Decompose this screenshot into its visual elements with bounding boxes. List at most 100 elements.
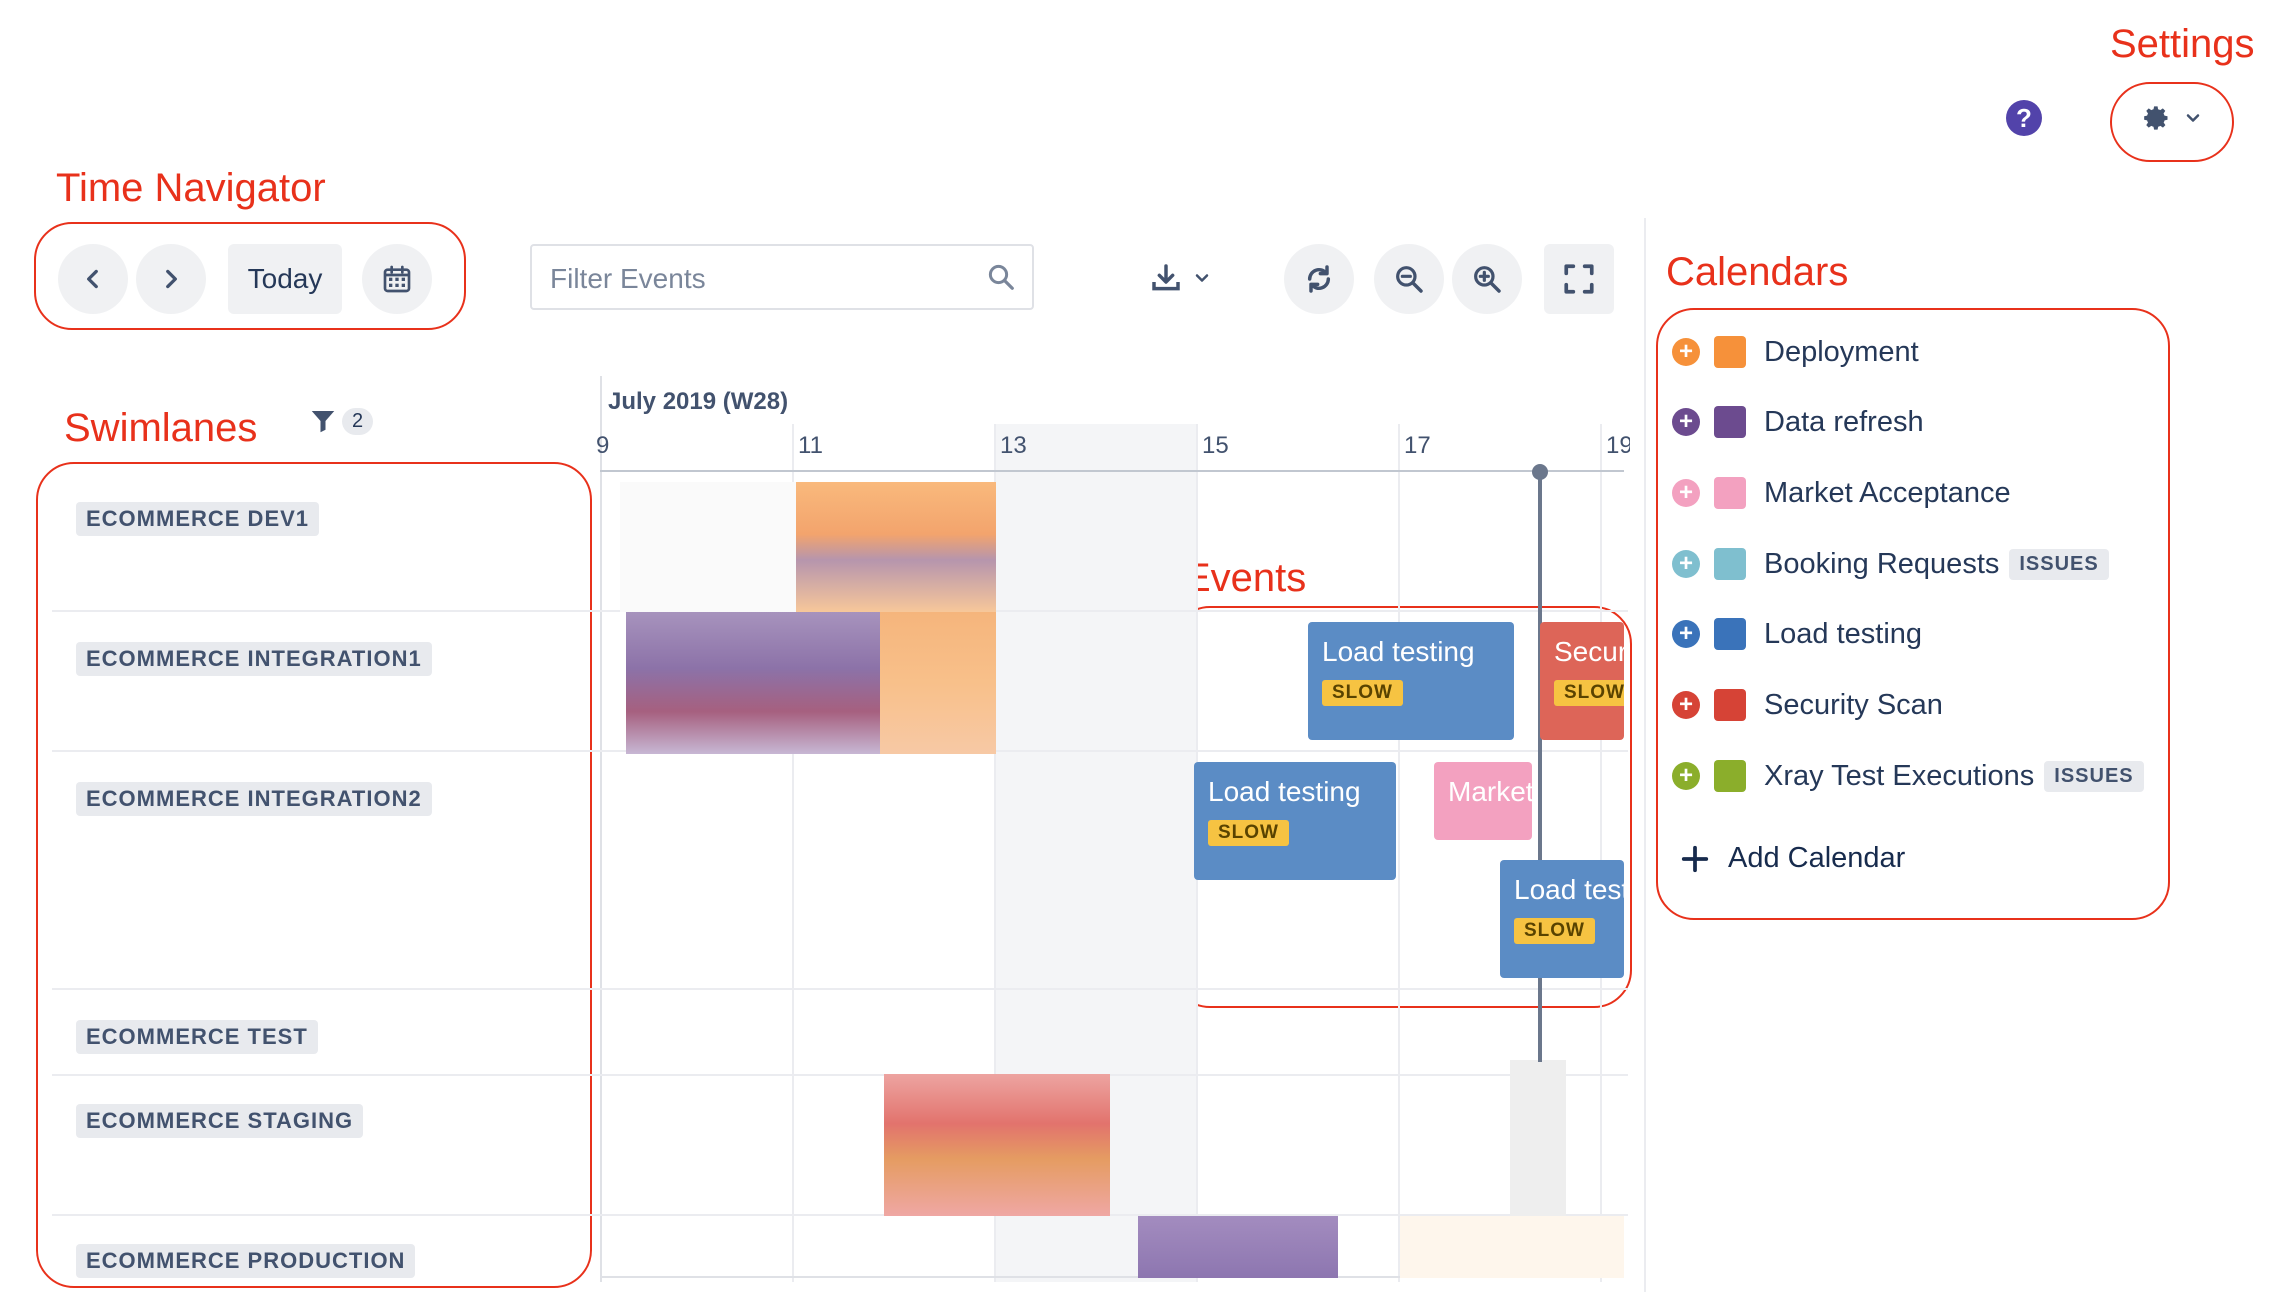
- calendar-icon: [383, 265, 411, 293]
- swimlane-label[interactable]: ECOMMERCE TEST: [76, 1020, 318, 1054]
- day-label: 11: [798, 432, 823, 459]
- event-market-acceptance[interactable]: Market Acceptance: [1434, 762, 1532, 840]
- settings-button[interactable]: [2138, 100, 2208, 136]
- calendar-name: Data refresh: [1764, 405, 1924, 438]
- calendar-name: Market Acceptance: [1764, 476, 2011, 509]
- chevron-left-icon: [87, 269, 98, 289]
- annotation-time-navigator: Time Navigator: [56, 166, 326, 210]
- calendar-item-market-acceptance[interactable]: + Market Acceptance: [1672, 471, 2011, 515]
- today-button[interactable]: Today: [228, 244, 342, 314]
- export-button[interactable]: [1150, 258, 1230, 298]
- lane-separator: [52, 1074, 1628, 1076]
- swimlane-label[interactable]: ECOMMERCE INTEGRATION2: [76, 782, 432, 816]
- calendar-item-xray-test-executions[interactable]: + Xray Test Executions ISSUES: [1672, 754, 2144, 798]
- timeline-axis: [600, 470, 1624, 472]
- lane-separator: [52, 1214, 1628, 1216]
- event-badge: SLOW: [1554, 680, 1624, 706]
- refresh-button[interactable]: [1284, 244, 1354, 314]
- calendar-color-swatch: [1714, 689, 1746, 721]
- fullscreen-icon: [1564, 264, 1594, 294]
- calendar-item-load-testing[interactable]: + Load testing: [1672, 612, 1922, 656]
- plus-icon[interactable]: +: [1672, 408, 1700, 436]
- next-button[interactable]: [136, 244, 206, 314]
- annotation-box-swimlanes: [36, 462, 592, 1288]
- zoom-in-button[interactable]: [1452, 244, 1522, 314]
- day-label: 9: [596, 432, 610, 459]
- plus-icon[interactable]: +: [1672, 762, 1700, 790]
- add-calendar-button[interactable]: Add Calendar: [1680, 842, 1905, 875]
- calendar-color-swatch: [1714, 760, 1746, 792]
- calendar-item-data-refresh[interactable]: + Data refresh: [1672, 400, 1924, 444]
- calendar-name: Load testing: [1764, 617, 1923, 650]
- calendar-name: Deployment: [1764, 335, 1919, 368]
- previous-button[interactable]: [58, 244, 128, 314]
- plus-icon: [1681, 845, 1709, 872]
- calendar-item-security-scan[interactable]: + Security Scan: [1672, 683, 1943, 727]
- blurred-event-block: [620, 482, 800, 612]
- calendar-item-booking-requests[interactable]: + Booking Requests ISSUES: [1672, 542, 2109, 586]
- plus-icon[interactable]: +: [1672, 550, 1700, 578]
- lane-separator: [52, 988, 1628, 990]
- swimlane-label[interactable]: ECOMMERCE INTEGRATION1: [76, 642, 432, 676]
- calendar-color-swatch: [1714, 336, 1746, 368]
- calendar-name: Booking Requests: [1764, 547, 2000, 580]
- event-security-scan[interactable]: Security Scan SLOW: [1540, 622, 1624, 740]
- blurred-event-block: [1138, 1216, 1338, 1278]
- zoom-out-icon: [1396, 266, 1423, 293]
- chevron-down-icon: [1195, 274, 1209, 282]
- plus-icon[interactable]: +: [1672, 691, 1700, 719]
- zoom-in-icon: [1474, 266, 1501, 293]
- plus-icon[interactable]: +: [1672, 338, 1700, 366]
- event-badge: SLOW: [1322, 680, 1403, 706]
- day-label: 15: [1202, 432, 1229, 459]
- date-picker-button[interactable]: [362, 244, 432, 314]
- event-title: Load testing: [1514, 874, 1624, 905]
- help-icon[interactable]: ?: [2006, 100, 2042, 136]
- swimlane-label[interactable]: ECOMMERCE PRODUCTION: [76, 1244, 416, 1278]
- event-badge: SLOW: [1208, 820, 1289, 846]
- add-calendar-label: Add Calendar: [1728, 842, 1906, 874]
- filter-events-input[interactable]: [548, 260, 972, 298]
- issues-badge: ISSUES: [2009, 548, 2109, 580]
- zoom-out-button[interactable]: [1374, 244, 1444, 314]
- swimlane-label[interactable]: ECOMMERCE STAGING: [76, 1104, 364, 1138]
- timeline-start-line: [600, 376, 602, 1282]
- filter-icon: [311, 411, 335, 433]
- blurred-event-block: [796, 482, 996, 612]
- event-badge: SLOW: [1514, 918, 1595, 944]
- refresh-icon: [1307, 265, 1331, 293]
- annotation-swimlanes: Swimlanes: [64, 406, 258, 450]
- grid-line: [1600, 424, 1602, 1282]
- event-load-testing[interactable]: Load testing SLOW: [1500, 860, 1624, 978]
- blurred-event-block: [626, 612, 886, 754]
- event-title: Load testing: [1322, 636, 1475, 667]
- calendar-name: Security Scan: [1764, 688, 1943, 721]
- fullscreen-button[interactable]: [1544, 244, 1614, 314]
- swimlane-label[interactable]: ECOMMERCE DEV1: [76, 502, 320, 536]
- calendar-color-swatch: [1714, 477, 1746, 509]
- plus-icon[interactable]: +: [1672, 620, 1700, 648]
- filter-events-field[interactable]: [530, 244, 1034, 310]
- calendar-color-swatch: [1714, 548, 1746, 580]
- filter-count-badge: 2: [342, 407, 374, 435]
- chevron-down-icon: [2186, 114, 2200, 122]
- day-label: 19: [1606, 432, 1630, 459]
- chevron-right-icon: [166, 269, 177, 289]
- panel-divider: [1644, 218, 1646, 1292]
- blurred-event-block: [880, 612, 996, 754]
- annotation-events: Events: [1184, 556, 1307, 600]
- calendar-item-deployment[interactable]: + Deployment: [1672, 330, 1919, 374]
- blurred-event-block: [1510, 1060, 1566, 1216]
- calendar-color-swatch: [1714, 406, 1746, 438]
- swimlane-filter[interactable]: 2: [308, 406, 374, 436]
- annotation-settings: Settings: [2110, 22, 2255, 66]
- issues-badge: ISSUES: [2044, 760, 2144, 792]
- day-label: 13: [1000, 432, 1027, 459]
- event-load-testing[interactable]: Load testing SLOW: [1194, 762, 1396, 880]
- grid-line: [1398, 424, 1400, 1282]
- gear-icon: [2144, 106, 2168, 130]
- event-load-testing[interactable]: Load testing SLOW: [1308, 622, 1514, 740]
- plus-icon[interactable]: +: [1672, 479, 1700, 507]
- blurred-event-block: [884, 1074, 1110, 1216]
- search-icon: [988, 264, 1014, 290]
